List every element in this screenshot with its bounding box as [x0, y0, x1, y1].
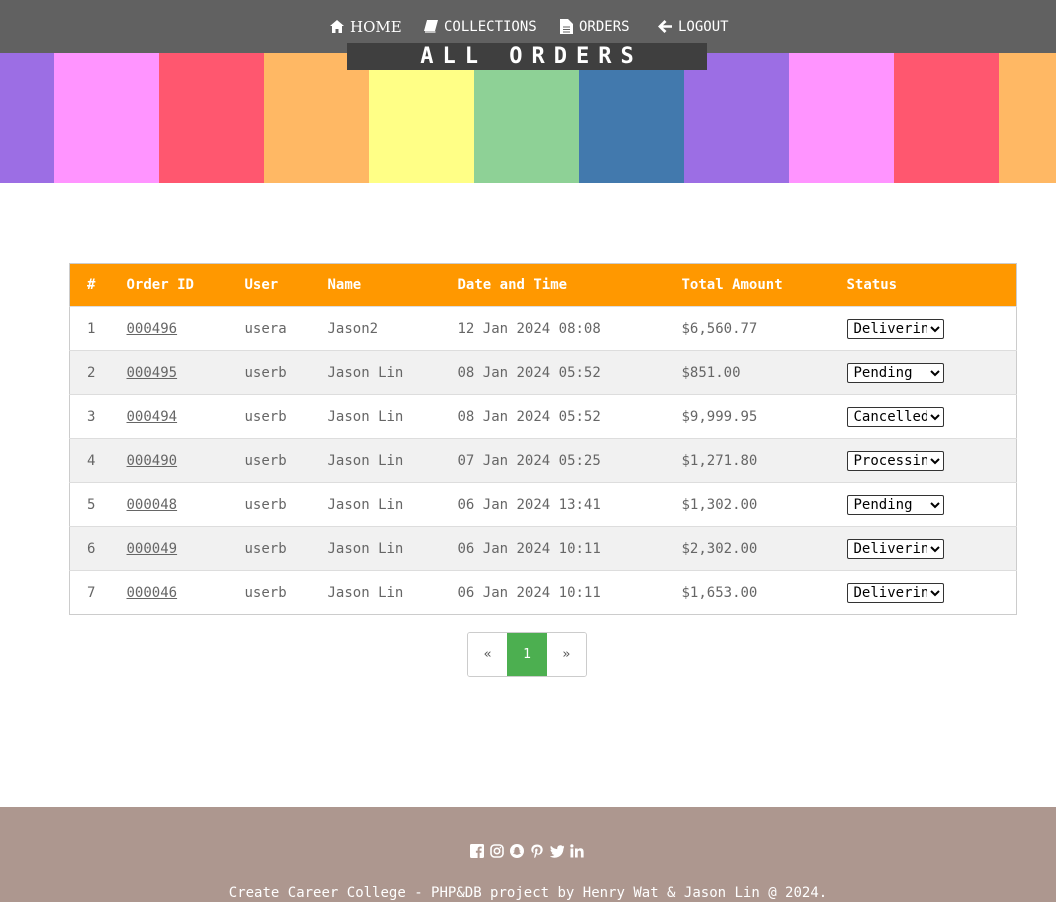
order-id-link[interactable]: 000495 [127, 365, 178, 381]
pinterest-icon[interactable] [530, 843, 544, 858]
banner-stripe [264, 53, 369, 183]
arrow-left-icon [658, 20, 672, 33]
status-select[interactable]: Delivering [846, 538, 944, 559]
nav-orders-label: ORDERS [579, 18, 630, 35]
banner-stripe [369, 53, 474, 183]
row-number: 1 [69, 306, 127, 351]
instagram-icon[interactable] [490, 843, 504, 858]
table-header-row: # Order ID User Name Date and Time Total… [69, 263, 1017, 307]
column-header-status: Status [846, 263, 1017, 307]
row-date-time: 08 Jan 2024 05:52 [457, 394, 682, 439]
row-date-time: 07 Jan 2024 05:25 [457, 438, 682, 483]
row-date-time: 06 Jan 2024 13:41 [457, 482, 682, 527]
order-id-link[interactable]: 000048 [127, 497, 178, 513]
row-total-amount: $1,271.80 [681, 438, 847, 483]
column-header-number: # [69, 263, 127, 307]
row-name: Jason Lin [327, 526, 458, 571]
twitter-icon[interactable] [549, 843, 565, 858]
row-number: 7 [69, 570, 127, 615]
nav-logout-label: LOGOUT [678, 18, 729, 35]
table-row: 2 000495 userb Jason Lin 08 Jan 2024 05:52 $8… [69, 350, 1017, 395]
book-icon [424, 20, 438, 33]
row-name: Jason Lin [327, 394, 458, 439]
row-name: Jason Lin [327, 570, 458, 615]
status-select[interactable]: Processing [846, 450, 944, 471]
pagination: « 1 » [467, 632, 587, 677]
column-header-date-time: Date and Time [457, 263, 682, 307]
table-row: 6 000049 userb Jason Lin 06 Jan 2024 10:11 $2… [69, 526, 1017, 571]
table-row: 5 000048 userb Jason Lin 06 Jan 2024 13:41 $1… [69, 482, 1017, 527]
row-number: 3 [69, 394, 127, 439]
snapchat-icon[interactable] [510, 843, 524, 858]
row-user: userb [244, 570, 328, 615]
row-date-time: 12 Jan 2024 08:08 [457, 306, 682, 351]
column-header-total-amount: Total Amount [681, 263, 847, 307]
file-text-icon [560, 19, 573, 34]
row-total-amount: $2,302.00 [681, 526, 847, 571]
order-id-link[interactable]: 000490 [127, 453, 178, 469]
linkedin-icon[interactable] [570, 843, 584, 858]
row-name: Jason Lin [327, 350, 458, 395]
row-user: userb [244, 438, 328, 483]
page-title: ALL ORDERS [347, 43, 707, 70]
banner-stripe [474, 53, 579, 183]
nav-home-label: HOME [350, 17, 402, 36]
row-number: 4 [69, 438, 127, 483]
order-id-link[interactable]: 000496 [127, 321, 178, 337]
home-icon [330, 20, 344, 33]
row-user: userb [244, 482, 328, 527]
table-row: 4 000490 userb Jason Lin 07 Jan 2024 05:25 $1… [69, 438, 1017, 483]
order-id-link[interactable]: 000494 [127, 409, 178, 425]
rainbow-banner [0, 53, 1056, 183]
banner-stripe [159, 53, 264, 183]
column-header-name: Name [327, 263, 458, 307]
status-select[interactable]: Pending [846, 494, 944, 515]
table-row: 3 000494 userb Jason Lin 08 Jan 2024 05:52 $9… [69, 394, 1017, 439]
row-name: Jason Lin [327, 438, 458, 483]
banner-stripe [684, 53, 789, 183]
pagination-prev-button[interactable]: « [468, 633, 508, 676]
row-total-amount: $851.00 [681, 350, 847, 395]
banner-stripe [894, 53, 999, 183]
row-total-amount: $1,653.00 [681, 570, 847, 615]
row-name: Jason2 [327, 306, 458, 351]
banner-stripe [789, 53, 894, 183]
row-total-amount: $6,560.77 [681, 306, 847, 351]
column-header-user: User [244, 263, 328, 307]
banner-stripe [999, 53, 1056, 183]
column-header-order-id: Order ID [126, 263, 245, 307]
row-date-time: 06 Jan 2024 10:11 [457, 570, 682, 615]
orders-table: # Order ID User Name Date and Time Total… [69, 263, 1017, 615]
footer-credits: Create Career College - PHP&DB project b… [228, 885, 828, 901]
table-row: 7 000046 userb Jason Lin 06 Jan 2024 10:11 $1… [69, 570, 1017, 615]
row-number: 5 [69, 482, 127, 527]
row-number: 2 [69, 350, 127, 395]
row-user: userb [244, 350, 328, 395]
facebook-icon[interactable] [470, 843, 484, 858]
row-total-amount: $1,302.00 [681, 482, 847, 527]
row-date-time: 06 Jan 2024 10:11 [457, 526, 682, 571]
row-user: userb [244, 526, 328, 571]
row-date-time: 08 Jan 2024 05:52 [457, 350, 682, 395]
orders-table-body: 1 000496 usera Jason2 12 Jan 2024 08:08 $6,56… [69, 306, 1017, 615]
status-select[interactable]: Cancelled [846, 406, 944, 427]
banner-stripe [54, 53, 159, 183]
status-select[interactable]: Delivering [846, 318, 944, 339]
table-row: 1 000496 usera Jason2 12 Jan 2024 08:08 $6,56… [69, 306, 1017, 351]
row-user: userb [244, 394, 328, 439]
status-select[interactable]: Pending [846, 362, 944, 383]
pagination-page-1-button[interactable]: 1 [507, 633, 547, 676]
banner-stripe [579, 53, 684, 183]
row-user: usera [244, 306, 328, 351]
banner-stripe [0, 53, 54, 183]
pagination-next-button[interactable]: » [546, 633, 586, 676]
status-select[interactable]: Delivering [846, 582, 944, 603]
nav-collections-label: COLLECTIONS [444, 18, 537, 35]
row-number: 6 [69, 526, 127, 571]
order-id-link[interactable]: 000046 [127, 585, 178, 601]
social-links [470, 843, 584, 858]
row-total-amount: $9,999.95 [681, 394, 847, 439]
order-id-link[interactable]: 000049 [127, 541, 178, 557]
row-name: Jason Lin [327, 482, 458, 527]
